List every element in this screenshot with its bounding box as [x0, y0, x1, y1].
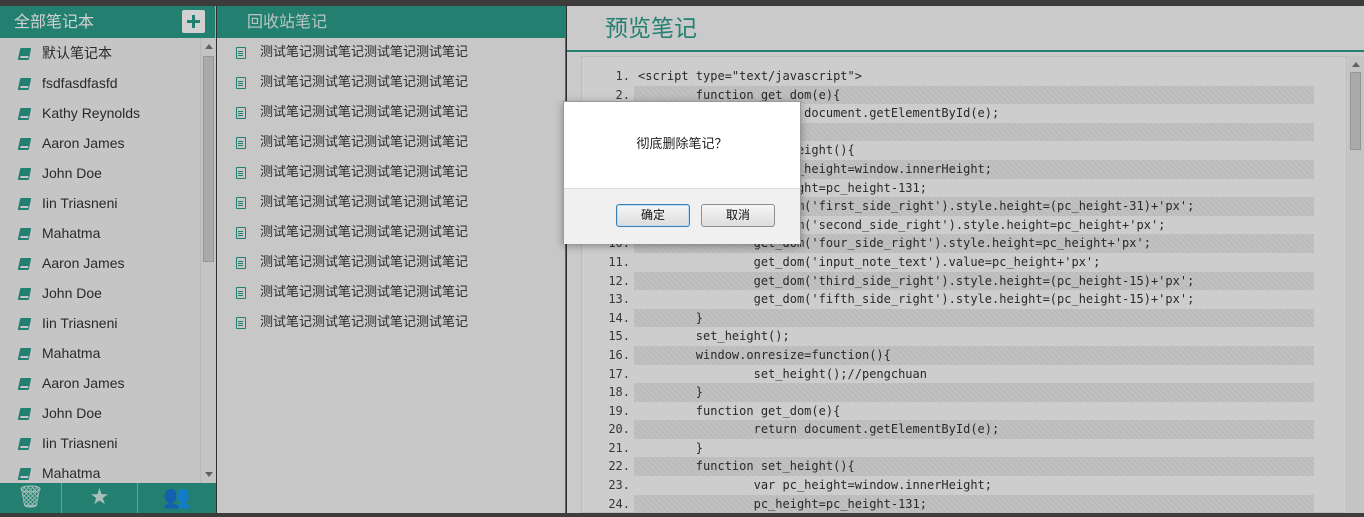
confirm-ok-button[interactable]: 确定 [616, 204, 690, 227]
dialog-message: 彻底删除笔记？ [636, 137, 728, 152]
bottom-bar [0, 513, 1364, 517]
confirm-dialog: 彻底删除笔记？ 确定 取消 [563, 101, 801, 244]
dialog-footer: 确定 取消 [564, 188, 800, 244]
confirm-cancel-button[interactable]: 取消 [701, 204, 775, 227]
modal-overlay [0, 6, 1364, 513]
